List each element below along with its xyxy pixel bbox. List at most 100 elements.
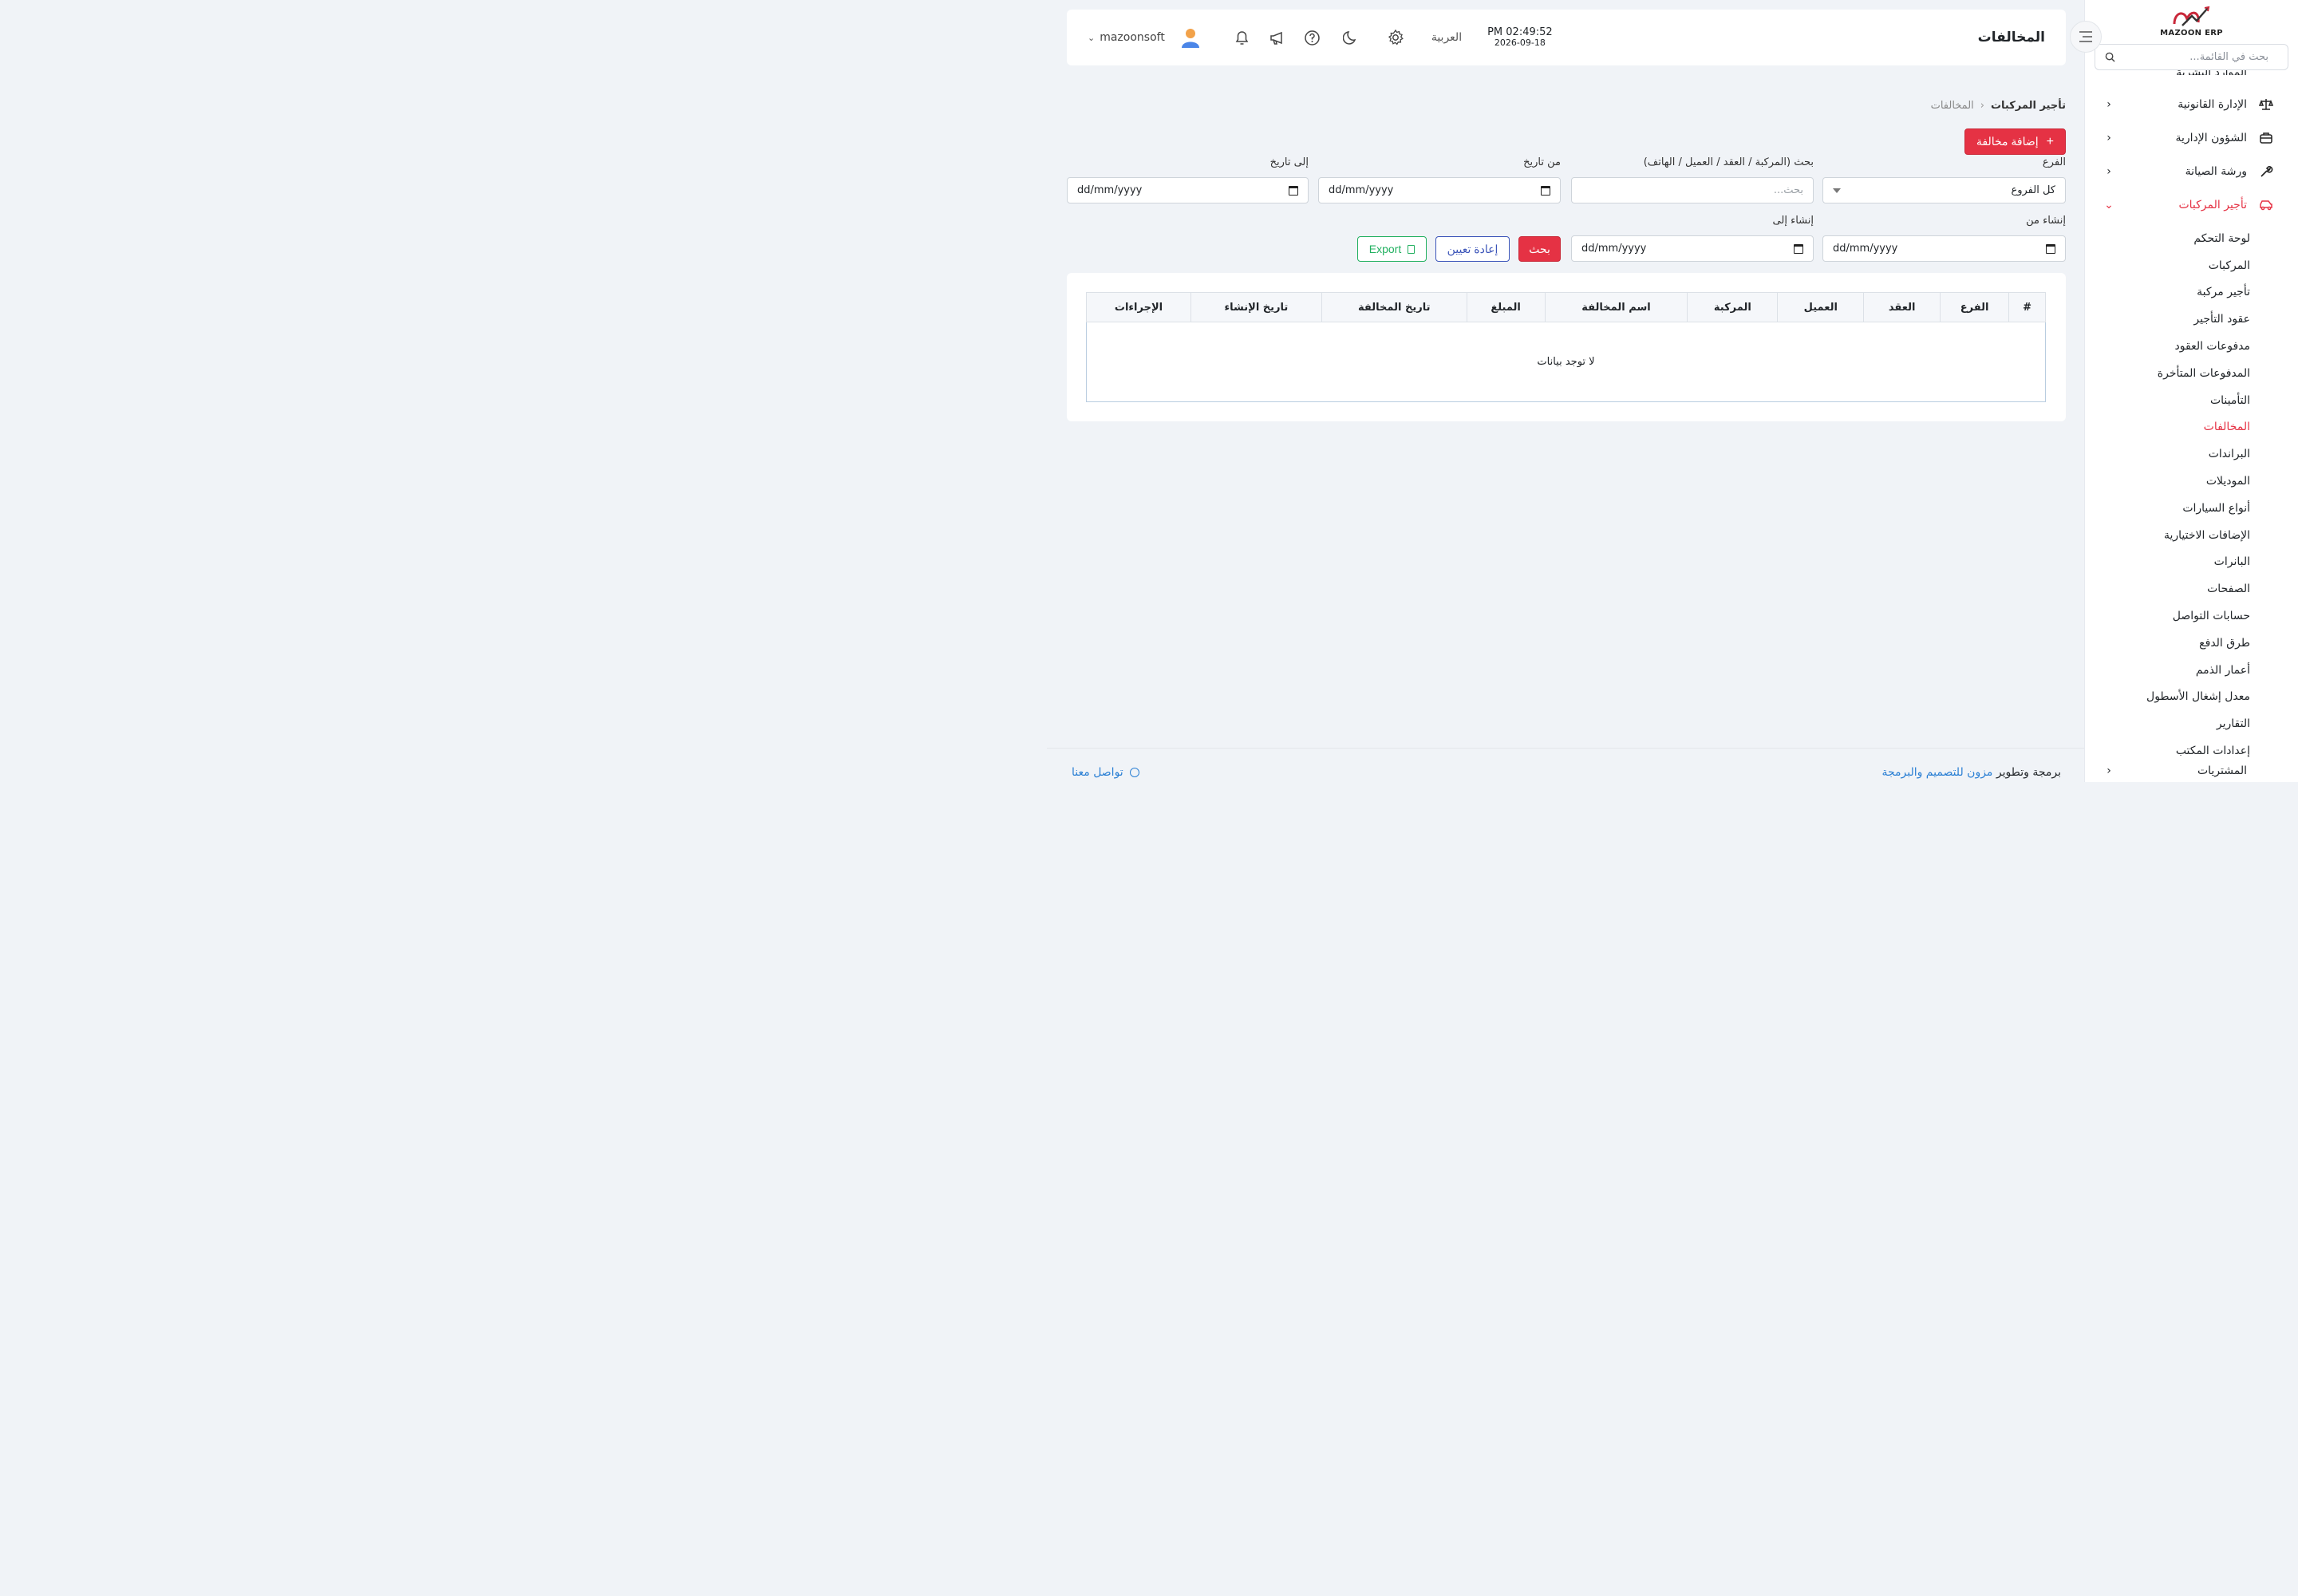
gear-icon[interactable] xyxy=(1385,27,1406,48)
file-excel-icon xyxy=(1408,244,1416,254)
created-to-input[interactable]: dd/mm/yyyy xyxy=(1571,235,1814,262)
search-input[interactable]: بحث... xyxy=(1571,177,1814,203)
sidebar-item-purchases-partial[interactable]: المشتريات ‹ xyxy=(2085,764,2298,780)
submenu-item[interactable]: التأمينات xyxy=(2085,387,2298,414)
sidebar-item-admin[interactable]: الشؤون الإدارية ‹ xyxy=(2085,121,2298,155)
sidebar-search-input[interactable]: بحث في القائمة... xyxy=(2095,44,2288,70)
submenu-vehicle-rental: لوحة التحكم المركبات تأجير مركبة عقود ال… xyxy=(2085,222,2298,764)
to-date-label: إلى تاريخ xyxy=(1269,156,1309,168)
submenu-item[interactable]: الصفحات xyxy=(2085,575,2298,602)
submenu-item[interactable]: الإضافات الاختيارية xyxy=(2085,522,2298,549)
column-header[interactable]: المبلغ xyxy=(1466,292,1546,322)
column-header: الإجراءات xyxy=(1086,292,1191,322)
from-date-value: dd/mm/yyyy xyxy=(1329,184,1394,196)
submenu-item-active[interactable]: المخالفات xyxy=(2085,414,2298,441)
submenu-item[interactable]: المركبات xyxy=(2085,252,2298,279)
search-placeholder: بحث... xyxy=(1773,184,1803,196)
plus-icon: + xyxy=(2046,134,2054,148)
credit-link[interactable]: مزون للتصميم والبرمجة xyxy=(1881,766,1992,779)
created-from-input[interactable]: dd/mm/yyyy xyxy=(1822,235,2066,262)
submenu-item[interactable]: أنواع السيارات xyxy=(2085,495,2298,522)
submenu-item[interactable]: إعدادات المكتب xyxy=(2085,737,2298,764)
building-icon xyxy=(2258,764,2274,780)
sidebar-menu: الموارد البشرية الإدارة القانونية ‹ الشؤ… xyxy=(2085,64,2298,780)
brand-name: MAZOON ERP xyxy=(2160,28,2223,38)
brand-logo[interactable]: MAZOON ERP xyxy=(2085,0,2298,41)
contact-label: تواصل معنا xyxy=(1072,766,1123,779)
to-date-value: dd/mm/yyyy xyxy=(1077,184,1143,196)
breadcrumb: تأجير المركبات ‹ المخالفات xyxy=(1931,100,2066,112)
submenu-item[interactable]: الموديلات xyxy=(2085,468,2298,495)
search-icon xyxy=(2105,52,2115,62)
app-root: MAZOON ERP بحث في القائمة... الموارد الب… xyxy=(1047,0,2298,869)
to-date-input[interactable]: dd/mm/yyyy xyxy=(1067,177,1309,203)
calendar-icon[interactable] xyxy=(1541,185,1550,196)
export-label: Export xyxy=(1368,243,1402,255)
sidebar-item-label: تأجير المركبات xyxy=(2178,199,2247,211)
branch-label: الفرع xyxy=(2042,156,2066,168)
chevron-down-icon: ⌄ xyxy=(2104,199,2114,211)
page-title: المخالفات xyxy=(1977,30,2045,45)
top-header: المخالفات PM 02:49:52 2026-09-18 العربية xyxy=(1067,10,2066,65)
submenu-item[interactable]: مدفوعات العقود xyxy=(2085,333,2298,360)
table-row: لا توجد بيانات xyxy=(1086,322,2046,402)
logo-icon xyxy=(2173,6,2209,26)
submenu-item[interactable]: تأجير مركبة xyxy=(2085,279,2298,306)
export-button[interactable]: Export xyxy=(1357,236,1427,262)
column-header[interactable]: المركبة xyxy=(1687,292,1779,322)
column-header[interactable]: العقد xyxy=(1863,292,1941,322)
language-switcher[interactable]: العربية xyxy=(1431,31,1462,44)
submenu-item[interactable]: المدفوعات المتأخرة xyxy=(2085,360,2298,387)
search-label: بحث (المركبة / العقد / العميل / الهاتف) xyxy=(1643,156,1814,168)
help-icon[interactable] xyxy=(1302,27,1323,48)
user-menu[interactable]: mazoonsoft ⌄ xyxy=(1088,26,1202,49)
submenu-item[interactable]: طرق الدفع xyxy=(2085,630,2298,657)
column-header[interactable]: اسم المخالفة xyxy=(1544,292,1688,322)
calendar-icon[interactable] xyxy=(1289,185,1298,196)
sidebar-item-vehicle-rental[interactable]: تأجير المركبات ⌄ xyxy=(2085,188,2298,222)
search-button[interactable]: بحث xyxy=(1518,236,1561,262)
column-header[interactable]: العميل xyxy=(1777,292,1865,322)
submenu-item[interactable]: عقود التأجير xyxy=(2085,306,2298,333)
branch-select-value: كل الفروع xyxy=(2011,184,2055,196)
bell-icon[interactable] xyxy=(1232,27,1253,48)
column-header[interactable]: تاريخ الإنشاء xyxy=(1190,292,1322,322)
chevron-left-icon: ‹ xyxy=(2106,165,2111,178)
calendar-icon[interactable] xyxy=(2046,243,2055,254)
footer-credit: برمجة وتطوير مزون للتصميم والبرمجة xyxy=(1881,766,2061,779)
column-header[interactable]: تاريخ المخالفة xyxy=(1321,292,1467,322)
sidebar-toggle-button[interactable] xyxy=(2070,21,2102,53)
contact-link[interactable]: تواصل معنا xyxy=(1072,766,1146,779)
sidebar-item-label: الشؤون الإدارية xyxy=(2175,132,2247,144)
breadcrumb-sub: المخالفات xyxy=(1930,100,1974,112)
violations-table-card: # الفرع العقد العميل المركبة اسم المخالف… xyxy=(1067,273,2066,421)
clock-date: 2026-09-18 xyxy=(1494,38,1546,48)
created-from-label: إنشاء من xyxy=(2026,215,2066,227)
add-violation-button[interactable]: + إضافة مخالفة xyxy=(1964,128,2066,155)
submenu-item[interactable]: حسابات التواصل xyxy=(2085,602,2298,630)
chevron-left-icon: ‹ xyxy=(2106,764,2111,777)
submenu-item[interactable]: أعمار الذمم xyxy=(2085,657,2298,684)
reset-button[interactable]: إعادة تعيين xyxy=(1435,236,1510,262)
from-date-label: من تاريخ xyxy=(1523,156,1561,168)
submenu-item[interactable]: البانرات xyxy=(2085,549,2298,576)
submenu-item[interactable]: لوحة التحكم xyxy=(2085,225,2298,252)
submenu-item[interactable]: معدل إشغال الأسطول xyxy=(2085,684,2298,711)
from-date-input[interactable]: dd/mm/yyyy xyxy=(1318,177,1561,203)
submenu-item[interactable]: التقارير xyxy=(2085,710,2298,737)
violations-table: # الفرع العقد العميل المركبة اسم المخالف… xyxy=(1086,292,2046,402)
megaphone-icon[interactable] xyxy=(1267,27,1288,48)
column-header[interactable]: # xyxy=(2008,292,2046,322)
moon-icon[interactable] xyxy=(1340,27,1361,48)
submenu-item[interactable]: البراندات xyxy=(2085,440,2298,468)
sidebar-item-label: الإدارة القانونية xyxy=(2178,98,2247,111)
sidebar-item-legal[interactable]: الإدارة القانونية ‹ xyxy=(2085,88,2298,121)
calendar-icon[interactable] xyxy=(1794,243,1803,254)
breadcrumb-current[interactable]: تأجير المركبات xyxy=(1991,100,2066,112)
branch-select[interactable]: كل الفروع xyxy=(1822,177,2066,203)
credit-prefix: برمجة وتطوير xyxy=(1996,766,2061,779)
sidebar-item-workshop[interactable]: ورشة الصيانة ‹ xyxy=(2085,155,2298,188)
column-header[interactable]: الفرع xyxy=(1940,292,2010,322)
sidebar-item-label: المشتريات xyxy=(2197,764,2247,777)
clock-time: PM 02:49:52 xyxy=(1487,26,1553,38)
